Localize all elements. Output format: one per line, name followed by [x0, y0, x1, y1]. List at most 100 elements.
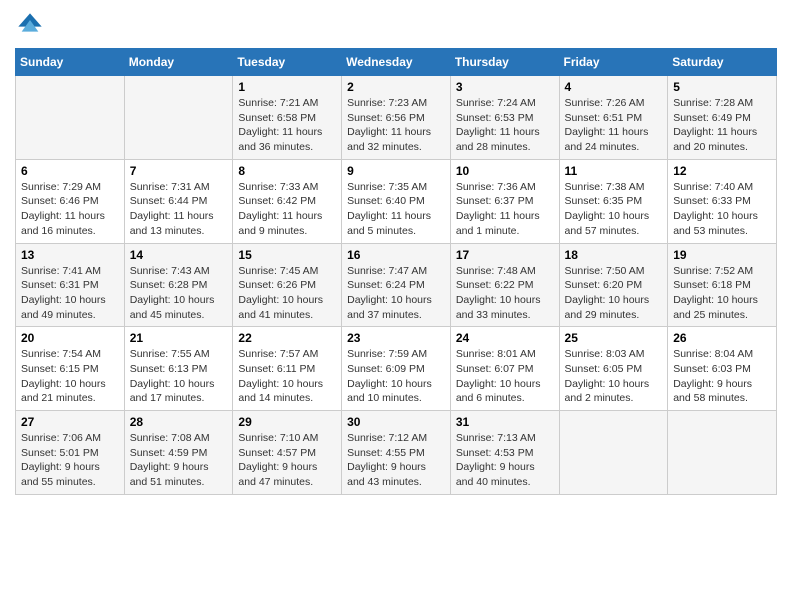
calendar-cell	[16, 76, 125, 160]
calendar-cell: 12Sunrise: 7:40 AM Sunset: 6:33 PM Dayli…	[668, 159, 777, 243]
header-tuesday: Tuesday	[233, 49, 342, 76]
day-info: Sunrise: 7:47 AM Sunset: 6:24 PM Dayligh…	[347, 264, 445, 323]
day-info: Sunrise: 7:55 AM Sunset: 6:13 PM Dayligh…	[130, 347, 228, 406]
day-info: Sunrise: 7:48 AM Sunset: 6:22 PM Dayligh…	[456, 264, 554, 323]
calendar-cell: 10 Sunrise: 7:36 AM Sunset: 6:37 PM Dayli…	[450, 159, 559, 243]
day-number: 8	[238, 164, 336, 178]
day-info: Sunrise: 8:03 AM Sunset: 6:05 PM Dayligh…	[565, 347, 663, 406]
calendar-cell: 1 Sunrise: 7:21 AM Sunset: 6:58 PM Daylig…	[233, 76, 342, 160]
calendar-cell: 14 Sunrise: 7:43 AM Sunset: 6:28 PM Dayli…	[124, 243, 233, 327]
calendar-cell: 25Sunrise: 8:03 AM Sunset: 6:05 PM Dayli…	[559, 327, 668, 411]
day-info: Sunrise: 7:50 AM Sunset: 6:20 PM Dayligh…	[565, 264, 663, 323]
calendar-cell: 13 Sunrise: 7:41 AM Sunset: 6:31 PM Dayli…	[16, 243, 125, 327]
day-number: 20	[21, 331, 119, 345]
day-number: 13	[21, 248, 119, 262]
day-info: Sunrise: 7:45 AM Sunset: 6:26 PM Dayligh…	[238, 264, 336, 323]
day-info: Sunrise: 7:26 AM Sunset: 6:51 PM Dayligh…	[565, 96, 663, 155]
calendar-week-row: 1 Sunrise: 7:21 AM Sunset: 6:58 PM Daylig…	[16, 76, 777, 160]
calendar-cell: 9 Sunrise: 7:35 AM Sunset: 6:40 PM Daylig…	[342, 159, 451, 243]
calendar-cell: 6 Sunrise: 7:29 AM Sunset: 6:46 PM Daylig…	[16, 159, 125, 243]
day-number: 16	[347, 248, 445, 262]
logo-icon	[15, 10, 45, 40]
calendar-cell: 23Sunrise: 7:59 AM Sunset: 6:09 PM Dayli…	[342, 327, 451, 411]
day-number: 3	[456, 80, 554, 94]
day-info: Sunrise: 7:23 AM Sunset: 6:56 PM Dayligh…	[347, 96, 445, 155]
day-info: Sunrise: 7:08 AM Sunset: 4:59 PM Dayligh…	[130, 431, 228, 490]
calendar-cell: 30Sunrise: 7:12 AM Sunset: 4:55 PM Dayli…	[342, 411, 451, 495]
calendar-week-row: 27 Sunrise: 7:06 AM Sunset: 5:01 PM Dayli…	[16, 411, 777, 495]
header-thursday: Thursday	[450, 49, 559, 76]
day-info: Sunrise: 7:41 AM Sunset: 6:31 PM Dayligh…	[21, 264, 119, 323]
day-info: Sunrise: 7:33 AM Sunset: 6:42 PM Dayligh…	[238, 180, 336, 239]
day-number: 27	[21, 415, 119, 429]
day-number: 31	[456, 415, 554, 429]
calendar-week-row: 20 Sunrise: 7:54 AM Sunset: 6:15 PM Dayli…	[16, 327, 777, 411]
day-number: 6	[21, 164, 119, 178]
day-info: Sunrise: 7:54 AM Sunset: 6:15 PM Dayligh…	[21, 347, 119, 406]
header-monday: Monday	[124, 49, 233, 76]
day-info: Sunrise: 7:52 AM Sunset: 6:18 PM Dayligh…	[673, 264, 771, 323]
calendar-cell: 15 Sunrise: 7:45 AM Sunset: 6:26 PM Dayli…	[233, 243, 342, 327]
calendar-cell: 11 Sunrise: 7:38 AM Sunset: 6:35 PM Dayli…	[559, 159, 668, 243]
calendar-cell: 17 Sunrise: 7:48 AM Sunset: 6:22 PM Dayli…	[450, 243, 559, 327]
day-info: Sunrise: 7:38 AM Sunset: 6:35 PM Dayligh…	[565, 180, 663, 239]
day-number: 7	[130, 164, 228, 178]
calendar-cell: 31 Sunrise: 7:13 AM Sunset: 4:53 PM Dayli…	[450, 411, 559, 495]
calendar-cell: 5 Sunrise: 7:28 AM Sunset: 6:49 PM Daylig…	[668, 76, 777, 160]
calendar-cell: 3 Sunrise: 7:24 AM Sunset: 6:53 PM Daylig…	[450, 76, 559, 160]
day-info: Sunrise: 7:21 AM Sunset: 6:58 PM Dayligh…	[238, 96, 336, 155]
calendar-cell	[559, 411, 668, 495]
calendar-cell: 29Sunrise: 7:10 AM Sunset: 4:57 PM Dayli…	[233, 411, 342, 495]
header-sunday: Sunday	[16, 49, 125, 76]
calendar-cell: 4Sunrise: 7:26 AM Sunset: 6:51 PM Daylig…	[559, 76, 668, 160]
calendar-cell: 20 Sunrise: 7:54 AM Sunset: 6:15 PM Dayli…	[16, 327, 125, 411]
calendar-cell: 8 Sunrise: 7:33 AM Sunset: 6:42 PM Daylig…	[233, 159, 342, 243]
calendar-cell: 19Sunrise: 7:52 AM Sunset: 6:18 PM Dayli…	[668, 243, 777, 327]
day-info: Sunrise: 7:40 AM Sunset: 6:33 PM Dayligh…	[673, 180, 771, 239]
calendar-cell	[124, 76, 233, 160]
day-info: Sunrise: 7:06 AM Sunset: 5:01 PM Dayligh…	[21, 431, 119, 490]
day-info: Sunrise: 7:36 AM Sunset: 6:37 PM Dayligh…	[456, 180, 554, 239]
calendar-cell: 26 Sunrise: 8:04 AM Sunset: 6:03 PM Dayli…	[668, 327, 777, 411]
day-info: Sunrise: 7:43 AM Sunset: 6:28 PM Dayligh…	[130, 264, 228, 323]
day-number: 22	[238, 331, 336, 345]
header-friday: Friday	[559, 49, 668, 76]
calendar-table: Sunday Monday Tuesday Wednesday Thursday…	[15, 48, 777, 495]
day-number: 26	[673, 331, 771, 345]
day-info: Sunrise: 8:04 AM Sunset: 6:03 PM Dayligh…	[673, 347, 771, 406]
day-number: 17	[456, 248, 554, 262]
day-number: 30	[347, 415, 445, 429]
day-info: Sunrise: 7:31 AM Sunset: 6:44 PM Dayligh…	[130, 180, 228, 239]
calendar-cell: 2 Sunrise: 7:23 AM Sunset: 6:56 PM Daylig…	[342, 76, 451, 160]
day-info: Sunrise: 7:59 AM Sunset: 6:09 PM Dayligh…	[347, 347, 445, 406]
day-number: 1	[238, 80, 336, 94]
day-info: Sunrise: 7:24 AM Sunset: 6:53 PM Dayligh…	[456, 96, 554, 155]
day-number: 28	[130, 415, 228, 429]
day-number: 10	[456, 164, 554, 178]
day-info: Sunrise: 7:13 AM Sunset: 4:53 PM Dayligh…	[456, 431, 554, 490]
day-number: 2	[347, 80, 445, 94]
calendar-page: Sunday Monday Tuesday Wednesday Thursday…	[0, 0, 792, 612]
day-number: 5	[673, 80, 771, 94]
day-info: Sunrise: 7:29 AM Sunset: 6:46 PM Dayligh…	[21, 180, 119, 239]
logo	[15, 10, 49, 40]
day-info: Sunrise: 7:28 AM Sunset: 6:49 PM Dayligh…	[673, 96, 771, 155]
calendar-cell: 24 Sunrise: 8:01 AM Sunset: 6:07 PM Dayli…	[450, 327, 559, 411]
day-number: 24	[456, 331, 554, 345]
calendar-cell: 7 Sunrise: 7:31 AM Sunset: 6:44 PM Daylig…	[124, 159, 233, 243]
day-info: Sunrise: 8:01 AM Sunset: 6:07 PM Dayligh…	[456, 347, 554, 406]
day-number: 15	[238, 248, 336, 262]
weekday-header-row: Sunday Monday Tuesday Wednesday Thursday…	[16, 49, 777, 76]
day-number: 18	[565, 248, 663, 262]
day-info: Sunrise: 7:35 AM Sunset: 6:40 PM Dayligh…	[347, 180, 445, 239]
header-saturday: Saturday	[668, 49, 777, 76]
calendar-week-row: 13 Sunrise: 7:41 AM Sunset: 6:31 PM Dayli…	[16, 243, 777, 327]
day-number: 9	[347, 164, 445, 178]
day-number: 14	[130, 248, 228, 262]
calendar-cell: 18 Sunrise: 7:50 AM Sunset: 6:20 PM Dayli…	[559, 243, 668, 327]
calendar-cell	[668, 411, 777, 495]
day-number: 11	[565, 164, 663, 178]
header-wednesday: Wednesday	[342, 49, 451, 76]
calendar-cell: 21Sunrise: 7:55 AM Sunset: 6:13 PM Dayli…	[124, 327, 233, 411]
day-number: 29	[238, 415, 336, 429]
